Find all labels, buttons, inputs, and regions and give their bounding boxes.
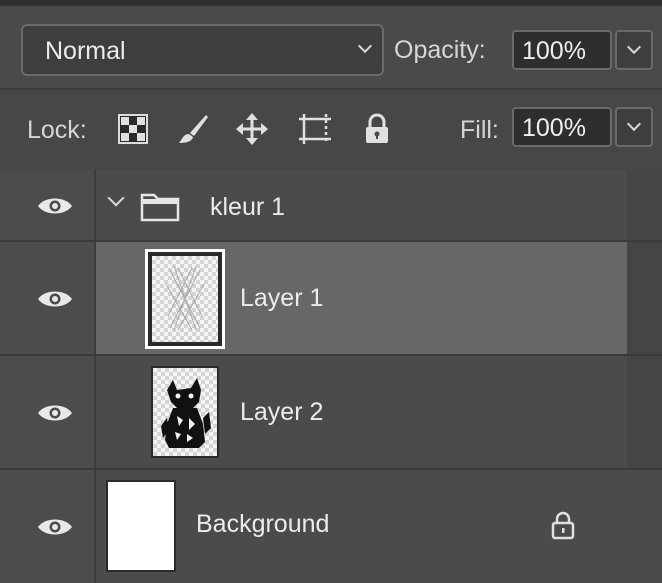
- scroll-gutter: [627, 170, 662, 242]
- scroll-gutter: [627, 356, 662, 470]
- chevron-down-icon: [357, 38, 373, 54]
- layer-thumbnail: [106, 480, 176, 572]
- eye-icon[interactable]: [37, 195, 73, 217]
- chevron-down-icon: [626, 116, 642, 132]
- lock-all-icon[interactable]: [360, 112, 394, 146]
- folder-icon: [140, 193, 180, 222]
- layer-name[interactable]: kleur 1: [210, 193, 285, 222]
- lock-artboard-icon[interactable]: [296, 112, 331, 146]
- opacity-label: Opacity:: [394, 36, 486, 64]
- layer-thumbnail-frame: [145, 249, 225, 349]
- visibility-column: [0, 242, 96, 356]
- lock-row: Lock: Fill: 100%: [0, 88, 662, 170]
- layer-body: Background: [96, 470, 662, 583]
- layer-thumbnail: [152, 256, 218, 342]
- blend-row: Normal Opacity: 100%: [0, 6, 662, 88]
- blend-mode-value: Normal: [45, 37, 126, 65]
- fill-dropdown-button[interactable]: [615, 107, 653, 147]
- fill-input[interactable]: 100%: [512, 107, 612, 147]
- eye-icon[interactable]: [37, 516, 73, 538]
- layer-body: Layer 2: [96, 356, 627, 470]
- lock-icon: [551, 511, 575, 540]
- scroll-gutter: [627, 242, 662, 356]
- lock-position-icon[interactable]: [235, 112, 269, 146]
- opacity-dropdown-button[interactable]: [615, 30, 653, 70]
- layer-thumbnail: [153, 368, 217, 456]
- layer-group-body: kleur 1: [96, 170, 662, 242]
- chevron-down-icon[interactable]: [107, 189, 125, 207]
- eye-icon[interactable]: [37, 288, 73, 310]
- eye-icon[interactable]: [37, 402, 73, 424]
- visibility-column: [0, 356, 96, 470]
- fill-value: 100%: [522, 114, 586, 142]
- layer-selected-body: Layer 1: [96, 242, 627, 356]
- layer-row-selected[interactable]: Layer 1: [0, 242, 662, 356]
- layer-name[interactable]: Layer 1: [240, 284, 323, 313]
- fill-label: Fill:: [460, 116, 499, 144]
- layer-name[interactable]: Background: [196, 510, 329, 539]
- lock-paint-icon[interactable]: [176, 112, 210, 146]
- layer-row-background[interactable]: Background: [0, 470, 662, 583]
- opacity-value: 100%: [522, 37, 586, 65]
- visibility-column: [0, 170, 96, 242]
- layers-list: kleur 1 Layer 1 Layer 2 Background: [0, 170, 662, 583]
- lock-label: Lock:: [27, 116, 87, 144]
- layer-name[interactable]: Layer 2: [240, 398, 323, 427]
- layer-group-row[interactable]: kleur 1: [0, 170, 662, 242]
- opacity-input[interactable]: 100%: [512, 30, 612, 70]
- visibility-column: [0, 470, 96, 583]
- chevron-down-icon: [626, 39, 642, 55]
- blend-mode-select[interactable]: Normal: [21, 24, 384, 76]
- layer-row[interactable]: Layer 2: [0, 356, 662, 470]
- layer-thumbnail-frame: [151, 366, 219, 458]
- lock-transparent-icon[interactable]: [116, 112, 150, 146]
